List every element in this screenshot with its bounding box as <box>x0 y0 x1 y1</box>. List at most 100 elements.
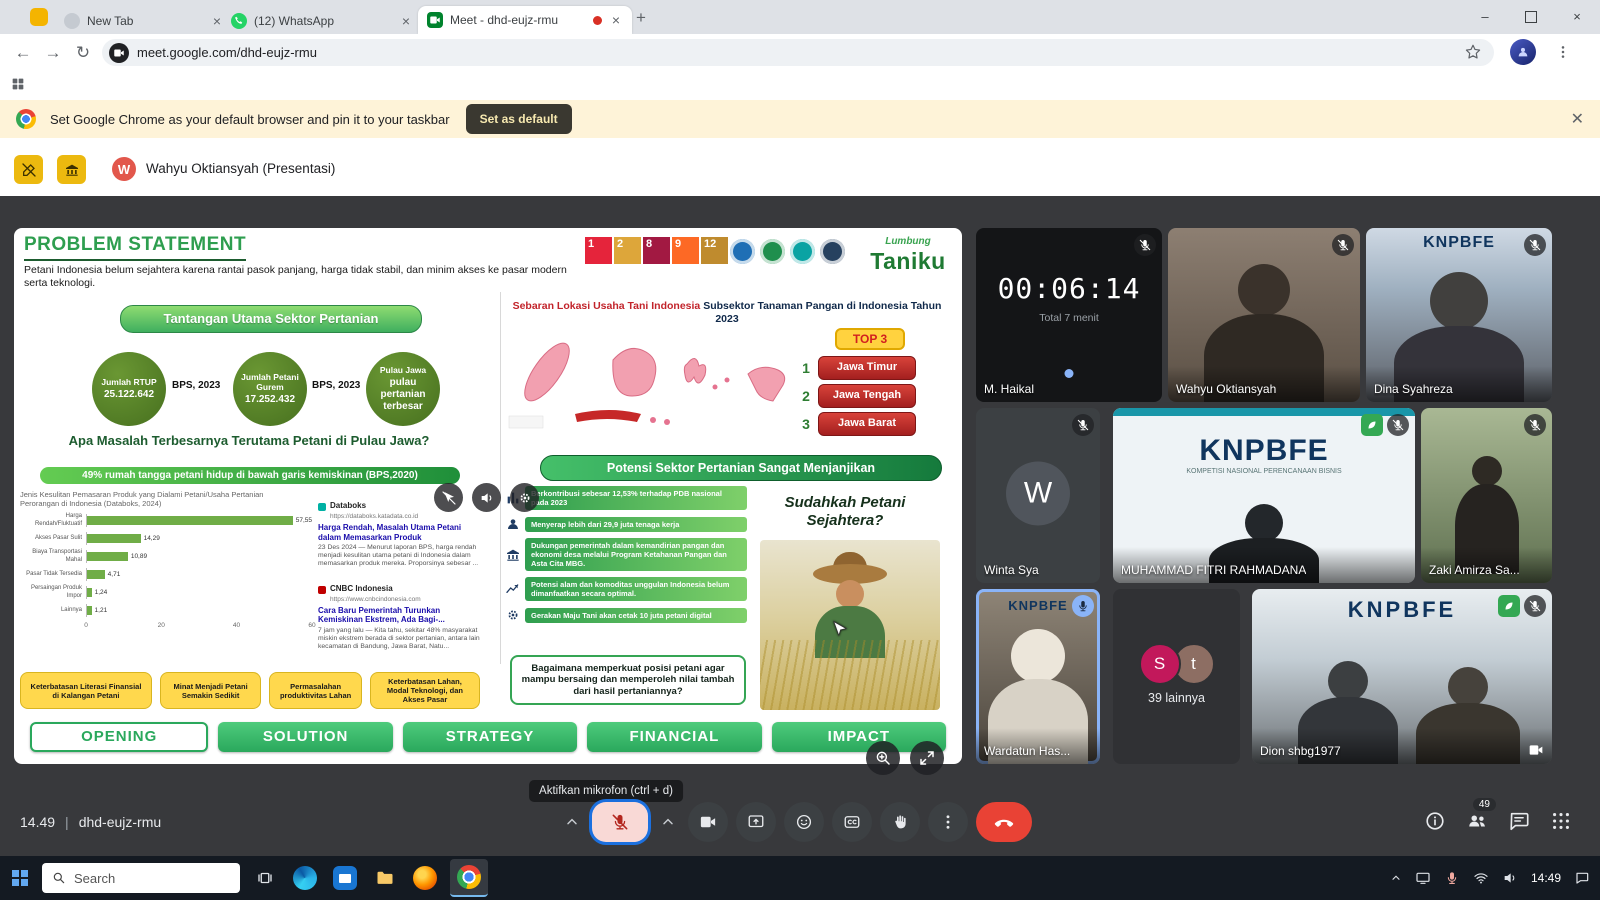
overflow-avatar: S <box>1138 643 1181 685</box>
knpbfe-watermark: KNPBFE <box>1008 598 1068 613</box>
video-settings-chevron[interactable] <box>656 802 680 842</box>
participant-tile-dina[interactable]: KNPBFE Dina Syahreza <box>1366 228 1552 402</box>
mic-muted-icon <box>1524 234 1546 256</box>
back-icon[interactable]: ← <box>10 40 36 66</box>
sdg-icon: 8 <box>643 237 670 264</box>
audio-settings-chevron[interactable] <box>560 802 584 842</box>
institution-icon[interactable] <box>57 155 86 184</box>
hidden-icons-chevron[interactable] <box>1390 872 1402 884</box>
more-participants-tile[interactable]: S t 39 lainnya <box>1113 589 1240 764</box>
audio-indicator-dot <box>1064 369 1074 378</box>
tray-network-icon[interactable] <box>1473 870 1489 886</box>
challenge-banner: Tantangan Utama Sektor Pertanian <box>120 305 422 333</box>
participant-tile-wahyu[interactable]: Wahyu Oktiansyah <box>1168 228 1360 402</box>
chart-value: 4,71 <box>107 570 121 578</box>
camera-button[interactable] <box>688 802 728 842</box>
closing-question-box: Bagaimana memperkuat posisi petani agar … <box>510 655 746 705</box>
bookmark-star-icon[interactable] <box>1464 43 1482 61</box>
new-tab-button[interactable]: + <box>630 7 652 29</box>
tab-meet[interactable]: Meet - dhd-eujz-rmu × <box>418 6 632 34</box>
camera-badge-icon <box>1528 742 1544 758</box>
task-view-button[interactable] <box>250 863 280 893</box>
nav-strategy[interactable]: STRATEGY <box>402 722 578 752</box>
taskbar-search[interactable]: Search <box>42 863 240 893</box>
participant-name: MUHAMMAD FITRI RAHMADANA <box>1121 563 1307 577</box>
tray-mic-icon[interactable] <box>1444 870 1460 886</box>
raise-hand-button[interactable] <box>880 802 920 842</box>
tab-close-icon[interactable]: × <box>609 12 623 28</box>
site-camera-chip-icon[interactable] <box>109 42 129 63</box>
activities-icon[interactable] <box>1550 810 1572 832</box>
potential-item: Berkontribusi sebesar 12,53% terhadap PD… <box>505 486 747 510</box>
tab-new-tab[interactable]: New Tab × <box>55 8 233 34</box>
participants-icon[interactable]: 49 <box>1466 798 1496 832</box>
tab-close-icon[interactable]: × <box>399 13 413 29</box>
tab-whatsapp[interactable]: (12) WhatsApp × <box>222 8 422 34</box>
edge-icon[interactable] <box>290 863 320 893</box>
annotation-off-icon[interactable] <box>14 155 43 184</box>
browser-menu-icon[interactable] <box>1550 39 1576 65</box>
chart-category: Persaingan Produk Impor <box>30 585 82 599</box>
org-logo-icon <box>760 239 785 264</box>
nav-opening[interactable]: OPENING <box>30 722 209 752</box>
nav-financial[interactable]: FINANCIAL <box>587 722 762 752</box>
settings-icon[interactable] <box>510 483 539 512</box>
more-options-button[interactable] <box>928 802 968 842</box>
tray-volume-icon[interactable] <box>1502 870 1518 886</box>
firefox-icon[interactable] <box>410 863 440 893</box>
participant-tile-winta[interactable]: W Winta Sya <box>976 408 1100 583</box>
pointer-off-icon[interactable] <box>434 483 463 512</box>
chat-icon[interactable] <box>1508 810 1530 832</box>
volume-icon[interactable] <box>472 483 501 512</box>
participant-tile-fitri[interactable]: KNPBFE KOMPETISI NASIONAL PERENCANAAN BI… <box>1113 408 1415 583</box>
whatsapp-favicon <box>231 13 247 29</box>
rank-province: Jawa Barat <box>818 412 916 436</box>
captions-button[interactable] <box>832 802 872 842</box>
taskbar-clock[interactable]: 14:49 <box>1531 871 1561 885</box>
participant-tile-dion[interactable]: KNPBFE Dion shbg1977 <box>1252 589 1552 764</box>
participant-tile-haikal[interactable]: 00:06:14 Total 7 menit M. Haikal <box>976 228 1162 402</box>
end-call-button[interactable] <box>976 802 1032 842</box>
new-tab-favicon <box>64 13 80 29</box>
stat-value: pulau pertanian terbesar <box>380 377 426 413</box>
chrome-taskbar-icon[interactable] <box>450 859 488 897</box>
start-button[interactable] <box>12 870 28 886</box>
bookmarks-bar <box>0 70 1600 101</box>
store-icon[interactable] <box>330 863 360 893</box>
profile-avatar[interactable] <box>1510 39 1536 65</box>
meeting-info-icon[interactable] <box>1424 810 1446 832</box>
forward-icon[interactable]: → <box>40 40 66 66</box>
tray-display-icon[interactable] <box>1415 870 1431 886</box>
notification-center-icon[interactable] <box>1574 870 1590 886</box>
issue-box: Keterbatasan Literasi Finansial di Kalan… <box>20 672 152 709</box>
shared-presentation: PROBLEM STATEMENT Petani Indonesia belum… <box>14 228 962 775</box>
participant-tile-zaki[interactable]: Zaki Amirza Sa... <box>1421 408 1552 583</box>
stat-title: Jumlah Petani Gurem <box>241 371 299 392</box>
window-maximize-button[interactable] <box>1508 0 1554 33</box>
slide-nav-row: OPENING SOLUTION STRATEGY FINANCIAL IMPA… <box>30 722 947 752</box>
file-explorer-icon[interactable] <box>370 863 400 893</box>
tab-group-indicator[interactable] <box>30 8 48 26</box>
participant-name: Winta Sya <box>984 563 1039 577</box>
farmer-photo <box>760 540 940 710</box>
set-default-button[interactable]: Set as default <box>465 104 572 134</box>
chart-title: Jenis Kesulitan Pemasaran Produk yang Di… <box>20 490 264 508</box>
article-url: https://www.cnbcindonesia.com <box>330 595 421 603</box>
apps-shortcut-icon[interactable] <box>10 76 26 92</box>
address-bar[interactable]: meet.google.com/dhd-eujz-rmu <box>102 39 1494 66</box>
mic-button[interactable] <box>592 802 648 842</box>
participant-tile-wardatun[interactable]: KNPBFE Wardatun Has... <box>976 589 1100 764</box>
fullscreen-icon[interactable] <box>910 741 944 775</box>
present-button[interactable] <box>736 802 776 842</box>
mic-muted-icon <box>1524 595 1546 617</box>
zoom-in-icon[interactable] <box>866 741 900 775</box>
nav-solution[interactable]: SOLUTION <box>218 722 393 752</box>
reload-icon[interactable]: ↻ <box>70 40 96 66</box>
potential-item: Potensi alam dan komoditas unggulan Indo… <box>505 577 747 601</box>
window-close-button[interactable]: × <box>1554 0 1600 33</box>
banner-close-icon[interactable]: ✕ <box>1571 109 1584 129</box>
worker-icon <box>505 516 521 532</box>
window-minimize-button[interactable]: – <box>1462 0 1508 33</box>
sdg-icon: 9 <box>672 237 699 264</box>
reactions-button[interactable] <box>784 802 824 842</box>
